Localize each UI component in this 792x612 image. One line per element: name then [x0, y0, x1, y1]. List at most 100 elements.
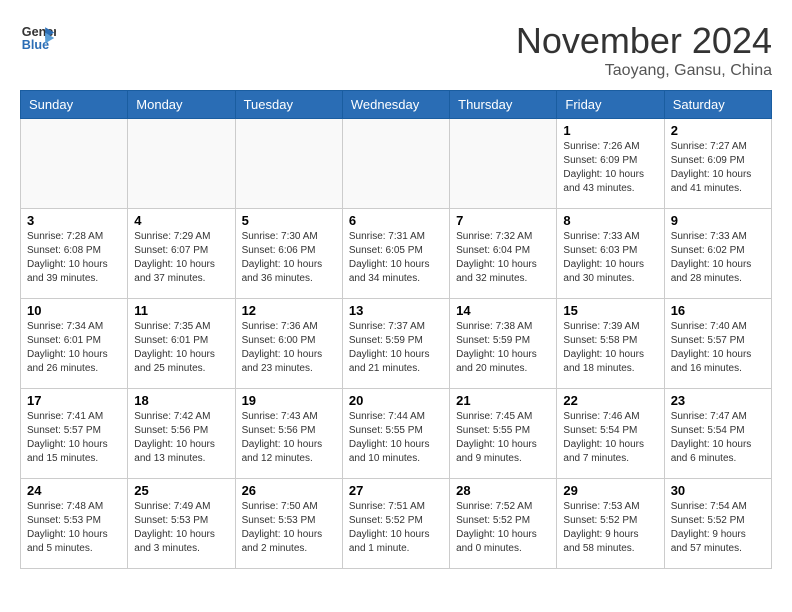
calendar-cell: 11Sunrise: 7:35 AM Sunset: 6:01 PM Dayli…: [128, 299, 235, 389]
weekday-header-tuesday: Tuesday: [235, 91, 342, 119]
day-info: Sunrise: 7:50 AM Sunset: 5:53 PM Dayligh…: [242, 500, 336, 556]
day-info: Sunrise: 7:34 AM Sunset: 6:01 PM Dayligh…: [27, 320, 121, 376]
day-number: 20: [349, 393, 443, 408]
day-info: Sunrise: 7:45 AM Sunset: 5:55 PM Dayligh…: [456, 410, 550, 466]
day-number: 8: [563, 213, 657, 228]
day-info: Sunrise: 7:49 AM Sunset: 5:53 PM Dayligh…: [134, 500, 228, 556]
svg-text:Blue: Blue: [22, 38, 49, 52]
day-number: 26: [242, 483, 336, 498]
calendar-cell: 8 Sunrise: 7:33 AM Sunset: 6:03 PM Daylig…: [557, 209, 664, 299]
calendar-cell: [21, 119, 128, 209]
calendar-cell: 5 Sunrise: 7:30 AM Sunset: 6:06 PM Daylig…: [235, 209, 342, 299]
day-info: Sunrise: 7:41 AM Sunset: 5:57 PM Dayligh…: [27, 410, 121, 466]
calendar-cell: 25 Sunrise: 7:49 AM Sunset: 5:53 PM Dayli…: [128, 479, 235, 569]
week-row-5: 24 Sunrise: 7:48 AM Sunset: 5:53 PM Dayli…: [21, 479, 772, 569]
day-number: 30: [671, 483, 765, 498]
day-number: 21: [456, 393, 550, 408]
logo: General Blue: [20, 20, 56, 56]
weekday-header-friday: Friday: [557, 91, 664, 119]
calendar-cell: 9 Sunrise: 7:33 AM Sunset: 6:02 PM Daylig…: [664, 209, 771, 299]
day-number: 1: [563, 123, 657, 138]
day-number: 24: [27, 483, 121, 498]
day-number: 9: [671, 213, 765, 228]
week-row-3: 10 Sunrise: 7:34 AM Sunset: 6:01 PM Dayli…: [21, 299, 772, 389]
week-row-4: 17 Sunrise: 7:41 AM Sunset: 5:57 PM Dayli…: [21, 389, 772, 479]
day-number: 17: [27, 393, 121, 408]
day-number: 12: [242, 303, 336, 318]
calendar-cell: 21 Sunrise: 7:45 AM Sunset: 5:55 PM Dayli…: [450, 389, 557, 479]
day-info: Sunrise: 7:44 AM Sunset: 5:55 PM Dayligh…: [349, 410, 443, 466]
day-number: 19: [242, 393, 336, 408]
calendar-cell: 28Sunrise: 7:52 AM Sunset: 5:52 PM Dayli…: [450, 479, 557, 569]
location: Taoyang, Gansu, China: [516, 62, 772, 80]
logo-icon: General Blue: [20, 20, 56, 56]
calendar-cell: 19 Sunrise: 7:43 AM Sunset: 5:56 PM Dayli…: [235, 389, 342, 479]
day-info: Sunrise: 7:32 AM Sunset: 6:04 PM Dayligh…: [456, 230, 550, 286]
calendar-cell: 16 Sunrise: 7:40 AM Sunset: 5:57 PM Dayli…: [664, 299, 771, 389]
day-info: Sunrise: 7:39 AM Sunset: 5:58 PM Dayligh…: [563, 320, 657, 376]
weekday-header-monday: Monday: [128, 91, 235, 119]
day-info: Sunrise: 7:37 AM Sunset: 5:59 PM Dayligh…: [349, 320, 443, 376]
day-number: 10: [27, 303, 121, 318]
day-number: 14: [456, 303, 550, 318]
weekday-header-thursday: Thursday: [450, 91, 557, 119]
calendar-cell: 27Sunrise: 7:51 AM Sunset: 5:52 PM Dayli…: [342, 479, 449, 569]
calendar-cell: 14 Sunrise: 7:38 AM Sunset: 5:59 PM Dayli…: [450, 299, 557, 389]
day-number: 15: [563, 303, 657, 318]
page-header: General Blue November 2024 Taoyang, Gans…: [20, 20, 772, 80]
calendar-cell: 15 Sunrise: 7:39 AM Sunset: 5:58 PM Dayli…: [557, 299, 664, 389]
week-row-2: 3 Sunrise: 7:28 AM Sunset: 6:08 PM Daylig…: [21, 209, 772, 299]
day-number: 7: [456, 213, 550, 228]
day-number: 3: [27, 213, 121, 228]
day-number: 16: [671, 303, 765, 318]
day-info: Sunrise: 7:36 AM Sunset: 6:00 PM Dayligh…: [242, 320, 336, 376]
day-info: Sunrise: 7:43 AM Sunset: 5:56 PM Dayligh…: [242, 410, 336, 466]
day-info: Sunrise: 7:29 AM Sunset: 6:07 PM Dayligh…: [134, 230, 228, 286]
day-info: Sunrise: 7:38 AM Sunset: 5:59 PM Dayligh…: [456, 320, 550, 376]
calendar-cell: 30Sunrise: 7:54 AM Sunset: 5:52 PM Dayli…: [664, 479, 771, 569]
day-number: 25: [134, 483, 228, 498]
calendar-cell: 22 Sunrise: 7:46 AM Sunset: 5:54 PM Dayli…: [557, 389, 664, 479]
calendar-cell: 3 Sunrise: 7:28 AM Sunset: 6:08 PM Daylig…: [21, 209, 128, 299]
calendar-cell: 10 Sunrise: 7:34 AM Sunset: 6:01 PM Dayli…: [21, 299, 128, 389]
day-number: 2: [671, 123, 765, 138]
calendar-cell: [450, 119, 557, 209]
day-number: 11: [134, 303, 228, 318]
calendar-cell: 2 Sunrise: 7:27 AM Sunset: 6:09 PM Daylig…: [664, 119, 771, 209]
calendar-cell: 29 Sunrise: 7:53 AM Sunset: 5:52 PM Dayli…: [557, 479, 664, 569]
day-info: Sunrise: 7:27 AM Sunset: 6:09 PM Dayligh…: [671, 140, 765, 196]
day-number: 4: [134, 213, 228, 228]
calendar-cell: 17 Sunrise: 7:41 AM Sunset: 5:57 PM Dayli…: [21, 389, 128, 479]
day-info: Sunrise: 7:40 AM Sunset: 5:57 PM Dayligh…: [671, 320, 765, 376]
weekday-header-saturday: Saturday: [664, 91, 771, 119]
day-number: 27: [349, 483, 443, 498]
calendar-cell: 18Sunrise: 7:42 AM Sunset: 5:56 PM Dayli…: [128, 389, 235, 479]
weekday-header-sunday: Sunday: [21, 91, 128, 119]
day-number: 6: [349, 213, 443, 228]
calendar-cell: [235, 119, 342, 209]
calendar-cell: 23Sunrise: 7:47 AM Sunset: 5:54 PM Dayli…: [664, 389, 771, 479]
calendar-cell: [128, 119, 235, 209]
day-info: Sunrise: 7:28 AM Sunset: 6:08 PM Dayligh…: [27, 230, 121, 286]
day-info: Sunrise: 7:26 AM Sunset: 6:09 PM Dayligh…: [563, 140, 657, 196]
day-number: 28: [456, 483, 550, 498]
week-row-1: 1 Sunrise: 7:26 AM Sunset: 6:09 PM Daylig…: [21, 119, 772, 209]
weekday-header-wednesday: Wednesday: [342, 91, 449, 119]
day-info: Sunrise: 7:48 AM Sunset: 5:53 PM Dayligh…: [27, 500, 121, 556]
day-info: Sunrise: 7:42 AM Sunset: 5:56 PM Dayligh…: [134, 410, 228, 466]
day-number: 5: [242, 213, 336, 228]
day-info: Sunrise: 7:33 AM Sunset: 6:02 PM Dayligh…: [671, 230, 765, 286]
day-info: Sunrise: 7:47 AM Sunset: 5:54 PM Dayligh…: [671, 410, 765, 466]
day-info: Sunrise: 7:30 AM Sunset: 6:06 PM Dayligh…: [242, 230, 336, 286]
day-number: 22: [563, 393, 657, 408]
day-info: Sunrise: 7:46 AM Sunset: 5:54 PM Dayligh…: [563, 410, 657, 466]
day-info: Sunrise: 7:53 AM Sunset: 5:52 PM Dayligh…: [563, 500, 657, 556]
calendar-cell: 1 Sunrise: 7:26 AM Sunset: 6:09 PM Daylig…: [557, 119, 664, 209]
calendar-cell: 4 Sunrise: 7:29 AM Sunset: 6:07 PM Daylig…: [128, 209, 235, 299]
day-number: 29: [563, 483, 657, 498]
day-info: Sunrise: 7:33 AM Sunset: 6:03 PM Dayligh…: [563, 230, 657, 286]
calendar-cell: [342, 119, 449, 209]
calendar-cell: 7 Sunrise: 7:32 AM Sunset: 6:04 PM Daylig…: [450, 209, 557, 299]
calendar-cell: 24 Sunrise: 7:48 AM Sunset: 5:53 PM Dayli…: [21, 479, 128, 569]
day-info: Sunrise: 7:31 AM Sunset: 6:05 PM Dayligh…: [349, 230, 443, 286]
